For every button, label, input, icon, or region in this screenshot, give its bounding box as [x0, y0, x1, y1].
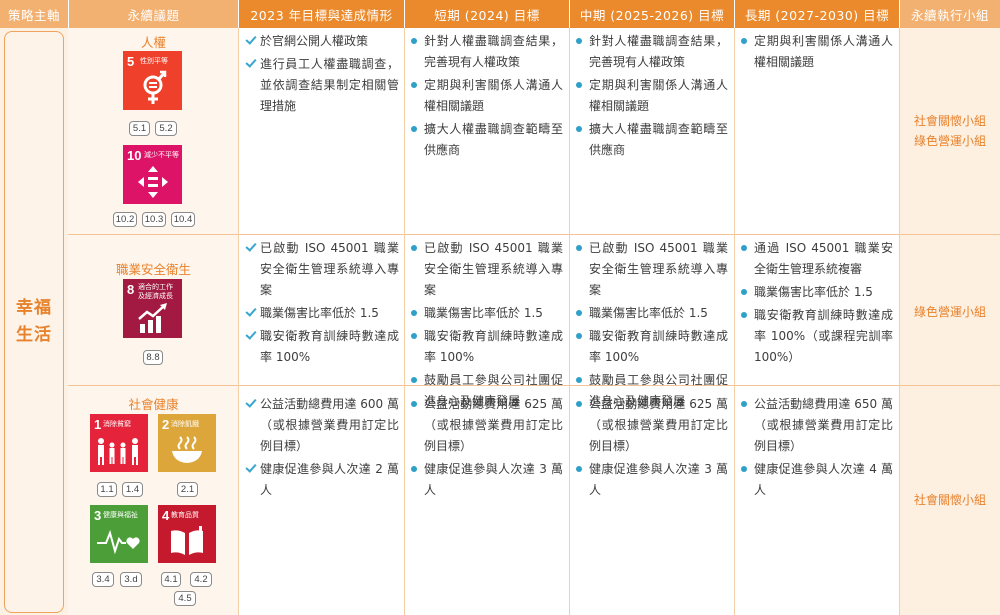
- list-item: 健康促進參與人次達 4 萬人: [739, 459, 893, 501]
- row2-long: 通過 ISO 45001 職業安全衛生管理系統複審 職業傷害比率低於 1.5 職…: [739, 238, 893, 370]
- sdg-1-tile: 1 消除貧窮: [90, 414, 148, 472]
- decent-work-icon: [138, 303, 167, 333]
- no-poverty-icon: [98, 438, 138, 465]
- list-item: 已啟動 ISO 45001 職業安全衛生管理系統導入專案: [245, 238, 399, 301]
- sdg-5-tile: 5 性別平等: [123, 51, 182, 110]
- list-item: 進行員工人權盡職調查，並依調查結果制定相關管理措施: [245, 54, 399, 117]
- row3-long: 公益活動總費用達 650 萬（或根據營業費用訂定比例目標） 健康促進參與人次達 …: [739, 394, 893, 503]
- good-health-icon: [97, 529, 140, 555]
- list-item: 公益活動總費用達 625 萬（或根據營業費用訂定比例目標）: [574, 394, 728, 457]
- target-tag: 5.1: [129, 121, 150, 136]
- sdg-3-tile: 3 健康與福祉: [90, 505, 148, 563]
- zero-hunger-icon: [172, 436, 202, 463]
- sdg-4-tile: 4 教育品質: [158, 505, 216, 563]
- issue-occupational-safety: 職業安全衛生: [115, 262, 191, 277]
- header-pillar: 策略主軸: [0, 0, 68, 28]
- target-tag: 4.5: [174, 591, 196, 606]
- row2-2023: 已啟動 ISO 45001 職業安全衛生管理系統導入專案 職業傷害比率低於 1.…: [245, 238, 399, 370]
- row3-mid: 公益活動總費用達 625 萬（或根據營業費用訂定比例目標） 健康促進參與人次達 …: [574, 394, 728, 503]
- row1-short: 針對人權盡職調查結果，完善現有人權政策 定期與利害關係人溝通人權相關議題 擴大人…: [409, 31, 563, 163]
- target-tag: 8.8: [143, 350, 163, 365]
- list-item: 職安衛教育訓練時數達成率 100%（或課程完訓率 100%）: [739, 305, 893, 368]
- list-item: 針對人權盡職調查結果，完善現有人權政策: [574, 31, 728, 73]
- list-item: 職安衛教育訓練時數達成率 100%: [574, 326, 728, 368]
- header-short-term: 短期 (2024) 目標: [405, 0, 569, 28]
- target-tag: 1.1: [97, 482, 117, 497]
- row1-mid: 針對人權盡職調查結果，完善現有人權政策 定期與利害關係人溝通人權相關議題 擴大人…: [574, 31, 728, 163]
- row2-short: 已啟動 ISO 45001 職業安全衛生管理系統導入專案 職業傷害比率低於 1.…: [409, 238, 563, 414]
- row1-2023: 於官網公開人權政策 進行員工人權盡職調查，並依調查結果制定相關管理措施: [245, 31, 399, 119]
- target-tag: 3.d: [120, 572, 142, 587]
- list-item: 職業傷害比率低於 1.5: [574, 303, 728, 324]
- list-item: 已啟動 ISO 45001 職業安全衛生管理系統導入專案: [409, 238, 563, 301]
- list-item: 健康促進參與人次達 2 萬人: [245, 459, 399, 501]
- row3-team: 社會關懷小組: [913, 493, 986, 507]
- target-tag: 3.4: [92, 572, 114, 587]
- list-item: 定期與利害關係人溝通人權相關議題: [409, 75, 563, 117]
- target-tag: 10.4: [171, 212, 195, 227]
- header-long-term: 長期 (2027-2030) 目標: [735, 0, 899, 28]
- target-tag: 10.2: [113, 212, 137, 227]
- row1-long: 定期與利害關係人溝通人權相關議題: [739, 31, 893, 75]
- target-tag: 1.4: [122, 482, 143, 497]
- list-item: 定期與利害關係人溝通人權相關議題: [574, 75, 728, 117]
- header-mid-term: 中期 (2025-2026) 目標: [570, 0, 734, 28]
- quality-education-icon: [171, 526, 203, 555]
- header-2023: 2023 年目標與達成情形: [239, 0, 404, 28]
- row2-team: 綠色營運小組: [913, 305, 986, 319]
- list-item: 已啟動 ISO 45001 職業安全衛生管理系統導入專案: [574, 238, 728, 301]
- list-item: 健康促進參與人次達 3 萬人: [409, 459, 563, 501]
- pillar-label-box: 幸福生活: [4, 31, 64, 613]
- list-item: 擴大人權盡職調查範疇至供應商: [409, 119, 563, 161]
- sdg-10-tile: 10 減少不平等: [123, 145, 182, 204]
- target-tag: 4.1: [161, 572, 181, 587]
- header-issue: 永續議題: [69, 0, 238, 28]
- target-tag: 4.2: [190, 572, 212, 587]
- goals-table: 策略主軸 永續議題 2023 年目標與達成情形 短期 (2024) 目標 中期 …: [0, 0, 1000, 615]
- target-tag: 5.2: [155, 121, 177, 136]
- issue-human-rights: 人權: [140, 35, 166, 50]
- sdg-2-tile: 2 消除飢餓: [158, 414, 216, 472]
- row1-team: 社會關懷小組 綠色營運小組: [913, 114, 986, 148]
- list-item: 職安衛教育訓練時數達成率 100%: [245, 326, 399, 368]
- list-item: 健康促進參與人次達 3 萬人: [574, 459, 728, 501]
- list-item: 公益活動總費用達 625 萬（或根據營業費用訂定比例目標）: [409, 394, 563, 457]
- reduced-inequalities-icon: [138, 166, 168, 198]
- issue-social-health: 社會健康: [128, 397, 179, 412]
- list-item: 職安衛教育訓練時數達成率 100%: [409, 326, 563, 368]
- sdg-8-tile: 8 適合的工作 及經濟成長: [123, 279, 182, 338]
- list-item: 公益活動總費用達 600 萬（或根據營業費用訂定比例目標）: [245, 394, 399, 457]
- row3-short: 公益活動總費用達 625 萬（或根據營業費用訂定比例目標） 健康促進參與人次達 …: [409, 394, 563, 503]
- target-tag: 10.3: [142, 212, 166, 227]
- list-item: 職業傷害比率低於 1.5: [409, 303, 563, 324]
- list-item: 職業傷害比率低於 1.5: [245, 303, 399, 324]
- list-item: 擴大人權盡職調查範疇至供應商: [574, 119, 728, 161]
- target-tag: 2.1: [177, 482, 198, 497]
- header-team: 永續執行小組: [900, 0, 1000, 28]
- list-item: 公益活動總費用達 650 萬（或根據營業費用訂定比例目標）: [739, 394, 893, 457]
- list-item: 於官網公開人權政策: [245, 31, 399, 52]
- list-item: 定期與利害關係人溝通人權相關議題: [739, 31, 893, 73]
- list-item: 針對人權盡職調查結果，完善現有人權政策: [409, 31, 563, 73]
- pillar-label: 幸福生活: [16, 298, 52, 345]
- list-item: 通過 ISO 45001 職業安全衛生管理系統複審: [739, 238, 893, 280]
- row2-mid: 已啟動 ISO 45001 職業安全衛生管理系統導入專案 職業傷害比率低於 1.…: [574, 238, 728, 414]
- row3-2023: 公益活動總費用達 600 萬（或根據營業費用訂定比例目標） 健康促進參與人次達 …: [245, 394, 399, 503]
- list-item: 職業傷害比率低於 1.5: [739, 282, 893, 303]
- gender-equality-icon: [143, 70, 167, 104]
